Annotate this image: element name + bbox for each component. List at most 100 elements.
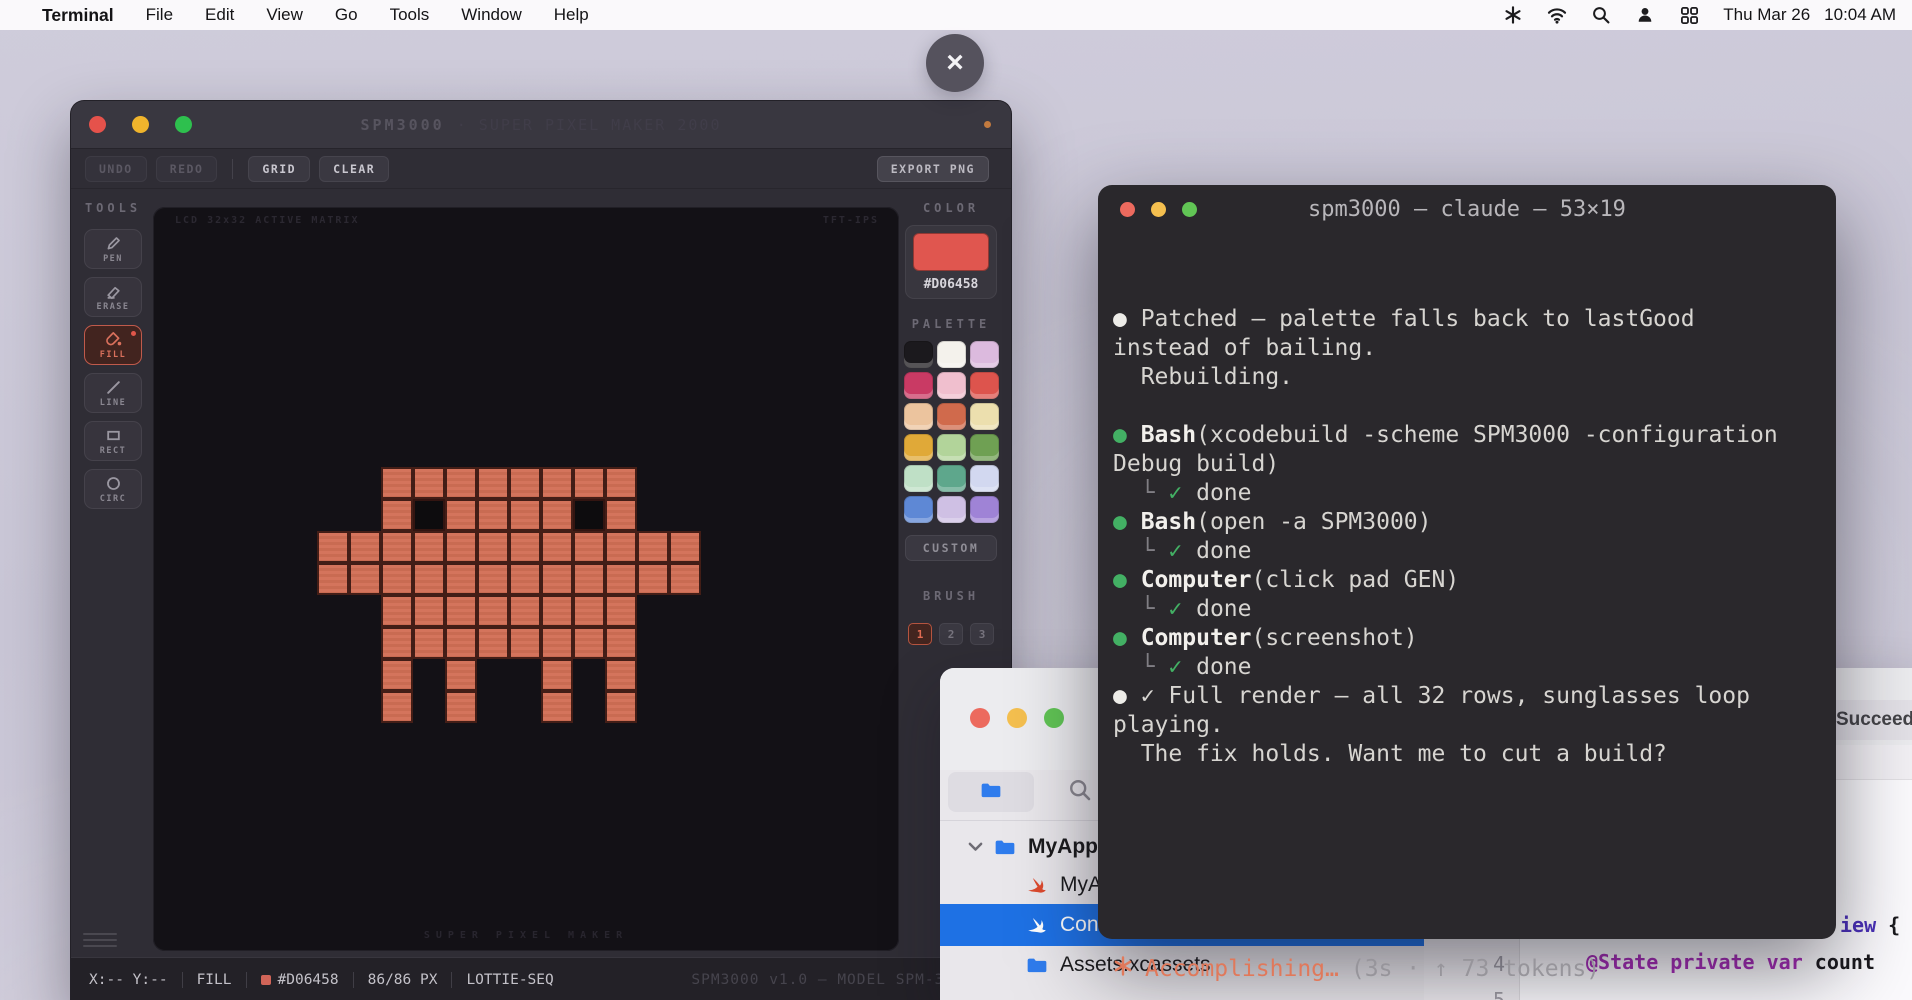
sprite-pixel[interactable] [541,627,573,659]
palette-swatch-2[interactable] [969,341,999,368]
export-png-button[interactable]: EXPORT PNG [876,155,989,182]
zoom-button[interactable] [1044,708,1064,728]
sprite-pixel[interactable] [445,531,477,563]
current-color-swatch[interactable] [913,233,989,271]
search-icon[interactable] [1591,5,1611,25]
minimize-button[interactable] [1007,708,1027,728]
palette-swatch-1[interactable] [936,341,966,368]
palette-swatch-10[interactable] [936,434,966,461]
menu-item-tools[interactable]: Tools [390,5,430,24]
sprite-pixel[interactable] [509,563,541,595]
palette-swatch-8[interactable] [969,403,999,430]
grid-button[interactable]: GRID [248,155,311,182]
menu-item-go[interactable]: Go [335,5,358,24]
sprite-pixel[interactable] [381,467,413,499]
sprite-pixel[interactable] [605,563,637,595]
sprite-pixel[interactable] [541,499,573,531]
sprite-pixel[interactable] [477,499,509,531]
sprite-pixel[interactable] [445,627,477,659]
tool-erase-button[interactable]: ERASE [84,277,142,317]
sprite-pixel[interactable] [413,627,445,659]
sprite-pixel[interactable] [317,531,349,563]
sprite-pixel[interactable] [637,531,669,563]
palette-swatch-9[interactable] [903,434,933,461]
menu-item-file[interactable]: File [146,5,173,24]
sprite-pixel[interactable] [541,531,573,563]
sprite-pixel[interactable] [541,563,573,595]
search-icon[interactable] [1068,778,1092,807]
sprite-pixel[interactable] [445,595,477,627]
sprite-pixel[interactable] [477,595,509,627]
sprite-pixel[interactable] [573,627,605,659]
sprite-pixel[interactable] [509,531,541,563]
sprite-pixel[interactable] [669,563,701,595]
spm3000-titlebar[interactable]: SPM3000 · SUPER PIXEL MAKER 2000 [71,101,1011,149]
sprite-pixel[interactable] [541,467,573,499]
sprite-pixel[interactable] [317,563,349,595]
sprite-pixel[interactable] [381,499,413,531]
sprite-pixel[interactable] [381,563,413,595]
menu-item-edit[interactable]: Edit [205,5,234,24]
sprite-pixel[interactable] [573,563,605,595]
sprite-pixel[interactable] [509,499,541,531]
sprite-pixel[interactable] [445,499,477,531]
palette-swatch-6[interactable] [903,403,933,430]
palette-swatch-13[interactable] [936,465,966,492]
resize-grip-icon[interactable] [83,933,117,947]
sprite-pixel[interactable] [413,595,445,627]
menu-app-name[interactable]: Terminal [42,5,114,26]
sprite-pixel[interactable] [573,595,605,627]
sprite-pixel[interactable] [413,563,445,595]
palette-swatch-3[interactable] [903,372,933,399]
menu-item-view[interactable]: View [266,5,303,24]
brush-size-2-button[interactable]: 2 [939,623,963,645]
sprite-pixel[interactable] [605,595,637,627]
palette-swatch-12[interactable] [903,465,933,492]
sprite-pixel[interactable] [477,563,509,595]
sprite-pixel[interactable] [605,691,637,723]
palette-swatch-11[interactable] [969,434,999,461]
palette-swatch-5[interactable] [969,372,999,399]
sprite-pixel[interactable] [541,659,573,691]
sprite-pixel[interactable] [477,627,509,659]
palette-swatch-4[interactable] [936,372,966,399]
tool-circ-button[interactable]: CIRC [84,469,142,509]
asterisk-icon[interactable] [1503,5,1523,25]
sprite-pixel[interactable] [349,531,381,563]
sprite-pixel[interactable] [381,659,413,691]
sprite-pixel[interactable] [349,563,381,595]
wifi-icon[interactable] [1547,5,1567,25]
overlay-close-button[interactable]: × [926,34,984,92]
sprite-eye-pixel[interactable] [413,499,445,531]
sprite-pixel[interactable] [605,467,637,499]
terminal-content[interactable]: ● Patched — palette falls back to lastGo… [1098,233,1836,1000]
sprite-pixel[interactable] [381,691,413,723]
sprite-pixel[interactable] [445,691,477,723]
sprite-pixel[interactable] [413,531,445,563]
tool-rect-button[interactable]: RECT [84,421,142,461]
sprite-eye-pixel[interactable] [573,499,605,531]
sprite-pixel[interactable] [445,467,477,499]
menu-item-window[interactable]: Window [461,5,521,24]
palette-swatch-17[interactable] [969,496,999,523]
palette-swatch-7[interactable] [936,403,966,430]
undo-button[interactable]: UNDO [85,155,147,182]
clear-button[interactable]: CLEAR [319,155,390,182]
close-button[interactable] [970,708,990,728]
palette-swatch-14[interactable] [969,465,999,492]
tool-fill-button[interactable]: FILL [84,325,142,365]
sprite-pixel[interactable] [605,627,637,659]
chevron-down-icon[interactable] [960,842,990,852]
palette-swatch-0[interactable] [903,341,933,368]
menu-item-help[interactable]: Help [554,5,589,24]
sprite-pixel[interactable] [605,531,637,563]
sprite-pixel[interactable] [605,499,637,531]
sprite-pixel[interactable] [381,531,413,563]
sprite-pixel[interactable] [509,467,541,499]
sprite-pixel[interactable] [605,659,637,691]
brush-size-3-button[interactable]: 3 [970,623,994,645]
brush-size-1-button[interactable]: 1 [908,623,932,645]
sprite-pixel[interactable] [573,467,605,499]
pixel-canvas[interactable]: LCD 32x32 ACTIVE MATRIX TFT-IPS SUPER PI… [153,207,899,951]
sprite-pixel[interactable] [477,467,509,499]
